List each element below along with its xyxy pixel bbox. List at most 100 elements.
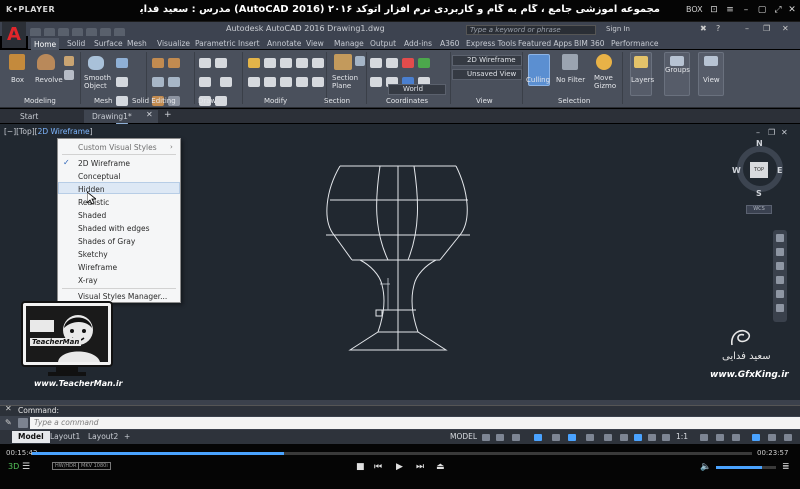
viewport-restore-icon[interactable]: ❐ <box>768 128 775 137</box>
wine-glass-drawing[interactable] <box>300 150 500 365</box>
clean-screen-icon[interactable] <box>768 434 776 441</box>
ucs-y-icon[interactable] <box>418 58 430 68</box>
ucs-x-icon[interactable] <box>402 58 414 68</box>
eject-icon[interactable]: ⏏ <box>436 462 445 472</box>
tab-performance[interactable]: Performance <box>611 39 659 48</box>
tab-mesh[interactable]: Mesh <box>127 39 147 48</box>
player-box-label[interactable]: BOX <box>686 5 703 14</box>
snap-icon[interactable] <box>496 434 504 441</box>
tab-output[interactable]: Output <box>370 39 396 48</box>
compass-west[interactable]: W <box>732 166 741 175</box>
menu-item-2d-wireframe[interactable]: 2D Wireframe <box>78 159 130 168</box>
polar-tracking-icon[interactable] <box>534 434 542 441</box>
line-icon[interactable] <box>199 58 211 68</box>
coordinate-system-dropdown[interactable]: World <box>388 84 446 95</box>
model-space-button[interactable]: MODEL <box>450 432 477 441</box>
subtract-icon[interactable] <box>168 58 180 68</box>
command-close-icon[interactable]: ✕ <box>5 404 12 413</box>
isolate-objects-icon[interactable] <box>752 434 760 441</box>
hatch-icon[interactable] <box>215 96 227 106</box>
recent-commands-icon[interactable] <box>18 418 28 428</box>
extrude-icon[interactable] <box>64 56 74 66</box>
acad-minimize-icon[interactable]: – <box>745 24 749 33</box>
customize-wrench-icon[interactable]: ✎ <box>5 418 12 427</box>
section-tool-icon[interactable] <box>355 56 365 66</box>
tab-add-ins[interactable]: Add-ins <box>404 39 432 48</box>
units-icon[interactable] <box>732 434 740 441</box>
panel-coordinates[interactable]: Coordinates <box>386 97 428 105</box>
showmotion-icon[interactable] <box>776 304 784 312</box>
tab-bim-360[interactable]: BIM 360 <box>574 39 605 48</box>
ucs-icon[interactable] <box>370 58 382 68</box>
panel-selection[interactable]: Selection <box>558 97 590 105</box>
player-maximize-icon[interactable]: ▢ <box>756 5 768 15</box>
tab-view[interactable]: View <box>306 39 324 48</box>
osnap-icon[interactable] <box>586 434 594 441</box>
nav-close-icon[interactable] <box>776 234 784 242</box>
revolve-icon[interactable] <box>37 54 55 70</box>
mirror-icon[interactable] <box>312 58 324 68</box>
player-settings-icon[interactable]: ≡ <box>724 5 736 15</box>
circle-icon[interactable] <box>199 77 211 87</box>
player-menu-icon[interactable]: ☰ <box>22 462 30 472</box>
panel-draw[interactable]: Draw <box>198 97 216 105</box>
mesh-sphere-icon[interactable] <box>116 96 128 106</box>
stop-icon[interactable]: ■ <box>356 462 365 472</box>
union-icon[interactable] <box>152 58 164 68</box>
object-snap-tracking-icon[interactable] <box>568 434 576 441</box>
viewport-close-icon[interactable]: ✕ <box>781 128 788 137</box>
ucs-view-icon[interactable] <box>370 77 382 87</box>
search-input[interactable]: Type a keyword or phrase <box>466 25 596 35</box>
visual-style-dropdown[interactable]: 2D Wireframe <box>452 55 522 66</box>
menu-item-shaded[interactable]: Shaded <box>78 211 106 220</box>
viewport-minimize-icon[interactable]: – <box>756 128 760 137</box>
stretch-icon[interactable] <box>280 58 292 68</box>
grid-icon[interactable] <box>482 434 490 441</box>
annotation-visibility-icon[interactable] <box>662 434 670 441</box>
tab-visualize[interactable]: Visualize <box>157 39 190 48</box>
menu-item-sketchy[interactable]: Sketchy <box>78 250 108 259</box>
no-filter-icon[interactable] <box>562 54 578 70</box>
menu-item-shades-of-gray[interactable]: Shades of Gray <box>78 237 135 246</box>
player-close-icon[interactable]: ✕ <box>786 5 798 15</box>
wcs-menu[interactable]: WCS <box>746 205 772 214</box>
playlist-icon[interactable]: ≣ <box>782 462 790 472</box>
tab-solid[interactable]: Solid <box>67 39 85 48</box>
player-minimize-icon[interactable]: – <box>740 5 752 15</box>
scale-icon[interactable] <box>248 77 260 87</box>
slice-icon[interactable] <box>152 77 164 87</box>
polyline-icon[interactable] <box>215 58 227 68</box>
viewport-label-prefix[interactable]: [−][Top][ <box>4 127 38 136</box>
player-pin-icon[interactable]: ⊡ <box>708 5 720 15</box>
close-tab-icon[interactable]: ✕ <box>146 110 153 119</box>
trim-icon[interactable] <box>264 77 276 87</box>
compass-east[interactable]: E <box>777 166 782 175</box>
rotate-icon[interactable] <box>296 58 308 68</box>
presspull-icon[interactable] <box>64 70 74 80</box>
isodraft-icon[interactable] <box>552 434 560 441</box>
erase-icon[interactable] <box>312 77 324 87</box>
exchange-icon[interactable]: ✖ <box>700 24 707 33</box>
array-icon[interactable] <box>296 77 308 87</box>
annotation-scale[interactable]: 1:1 <box>676 432 688 441</box>
panel-modeling[interactable]: Modeling <box>24 97 56 105</box>
menu-item-x-ray[interactable]: X-ray <box>78 276 98 285</box>
play-icon[interactable]: ▶ <box>396 462 403 472</box>
move-icon[interactable] <box>248 58 260 68</box>
compass-north[interactable]: N <box>756 139 763 148</box>
command-input[interactable]: Type a command <box>30 417 800 429</box>
customization-icon[interactable] <box>784 434 792 441</box>
tab-a360[interactable]: A360 <box>440 39 459 48</box>
mesh-cone-icon[interactable] <box>116 77 128 87</box>
tab-parametric[interactable]: Parametric <box>195 39 236 48</box>
panel-view[interactable]: View <box>476 97 493 105</box>
pan-icon[interactable] <box>776 262 784 270</box>
named-view-dropdown[interactable]: Unsaved View <box>452 69 522 80</box>
panel-section[interactable]: Section <box>324 97 350 105</box>
3d-toggle-icon[interactable]: 3D <box>8 462 19 471</box>
thicken-icon[interactable] <box>168 77 180 87</box>
viewcube-top-face[interactable]: TOP <box>750 162 768 178</box>
previous-icon[interactable]: ⏮ <box>374 462 382 472</box>
ucs-origin-icon[interactable] <box>386 58 398 68</box>
tab-featured-apps[interactable]: Featured Apps <box>518 39 572 48</box>
